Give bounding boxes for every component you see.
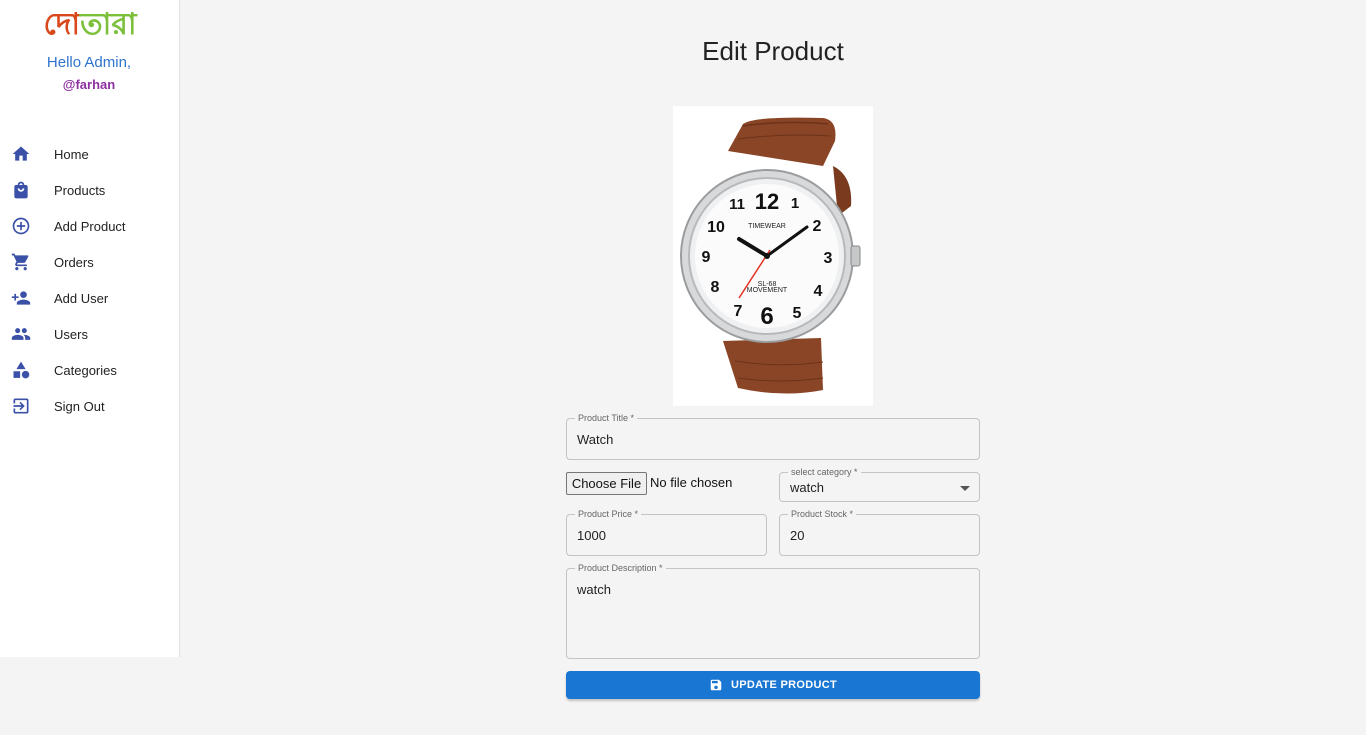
- sidebar-item-home[interactable]: Home: [0, 136, 179, 172]
- choose-file-button[interactable]: Choose File: [566, 472, 647, 495]
- svg-text:2: 2: [813, 218, 822, 235]
- product-price-value: 1000: [577, 528, 606, 543]
- username-text: @farhan: [62, 77, 116, 92]
- product-title-label: Product Title *: [575, 412, 638, 424]
- product-price-label: Product Price *: [575, 508, 642, 520]
- product-stock-value: 20: [790, 528, 805, 543]
- sidebar-item-label: Add User: [54, 290, 109, 306]
- svg-text:9: 9: [702, 249, 711, 266]
- category-select[interactable]: select category * watch: [779, 466, 980, 502]
- person-add-icon: [11, 288, 31, 308]
- dropdown-arrow-icon: [960, 486, 970, 491]
- product-title-value: Watch: [577, 432, 614, 447]
- sidebar-item-label: Add Product: [54, 218, 126, 234]
- home-icon: [11, 144, 31, 164]
- svg-text:MOVEMENT: MOVEMENT: [747, 287, 788, 294]
- svg-text:8: 8: [711, 279, 720, 296]
- svg-text:7: 7: [734, 303, 743, 320]
- shopping-bag-icon: [11, 180, 31, 200]
- brand-logo[interactable]: দোতারা: [0, 6, 180, 44]
- product-description-label: Product Description *: [575, 562, 666, 574]
- category-value: watch: [790, 480, 824, 495]
- svg-text:10: 10: [707, 219, 725, 236]
- product-image: 12 1 2 3 4 5 6 7 8 9 10 11 TIMEWEAR SL-6…: [673, 106, 873, 406]
- svg-text:4: 4: [814, 283, 823, 300]
- save-icon: [710, 679, 722, 691]
- category-icon: [11, 360, 31, 380]
- sidebar-item-label: Sign Out: [54, 398, 105, 414]
- product-price-field[interactable]: Product Price * 1000: [566, 508, 767, 556]
- people-icon: [11, 324, 31, 344]
- update-product-button[interactable]: UPDATE PRODUCT: [566, 671, 980, 699]
- sidebar-item-add-product[interactable]: Add Product: [0, 208, 179, 244]
- cart-icon: [11, 252, 31, 272]
- sidebar-item-label: Categories: [54, 362, 117, 378]
- sidebar: দোতারা Hello Admin, @farhan Home Product…: [0, 0, 180, 657]
- sidebar-item-label: Users: [54, 326, 88, 342]
- sidebar-item-sign-out[interactable]: Sign Out: [0, 388, 179, 424]
- add-circle-icon: [11, 216, 31, 236]
- sidebar-item-products[interactable]: Products: [0, 172, 179, 208]
- product-title-field[interactable]: Product Title * Watch: [566, 412, 980, 460]
- svg-text:5: 5: [793, 305, 802, 322]
- svg-text:TIMEWEAR: TIMEWEAR: [748, 223, 786, 230]
- sidebar-item-add-user[interactable]: Add User: [0, 280, 179, 316]
- sidebar-item-orders[interactable]: Orders: [0, 244, 179, 280]
- svg-text:1: 1: [791, 195, 799, 212]
- svg-text:11: 11: [729, 196, 745, 213]
- page-title: Edit Product: [702, 36, 844, 66]
- sidebar-item-users[interactable]: Users: [0, 316, 179, 352]
- file-status-text: No file chosen: [650, 475, 733, 490]
- product-stock-field[interactable]: Product Stock * 20: [779, 508, 980, 556]
- sidebar-item-label: Orders: [54, 254, 94, 270]
- product-stock-label: Product Stock *: [788, 508, 857, 520]
- product-description-value: watch: [577, 582, 611, 597]
- sidebar-item-categories[interactable]: Categories: [0, 352, 179, 388]
- svg-text:6: 6: [760, 303, 773, 330]
- svg-text:12: 12: [755, 189, 779, 214]
- sign-out-icon: [11, 396, 31, 416]
- svg-text:3: 3: [824, 250, 833, 267]
- product-description-field[interactable]: Product Description * watch: [566, 562, 980, 659]
- sidebar-item-label: Products: [54, 182, 106, 198]
- sidebar-item-label: Home: [54, 146, 89, 162]
- greeting-text: Hello Admin,: [46, 54, 132, 71]
- update-product-label: UPDATE PRODUCT: [730, 679, 838, 691]
- category-label: select category *: [788, 466, 861, 478]
- sidebar-nav: Home Products Add Product Orders Add Use…: [0, 136, 179, 424]
